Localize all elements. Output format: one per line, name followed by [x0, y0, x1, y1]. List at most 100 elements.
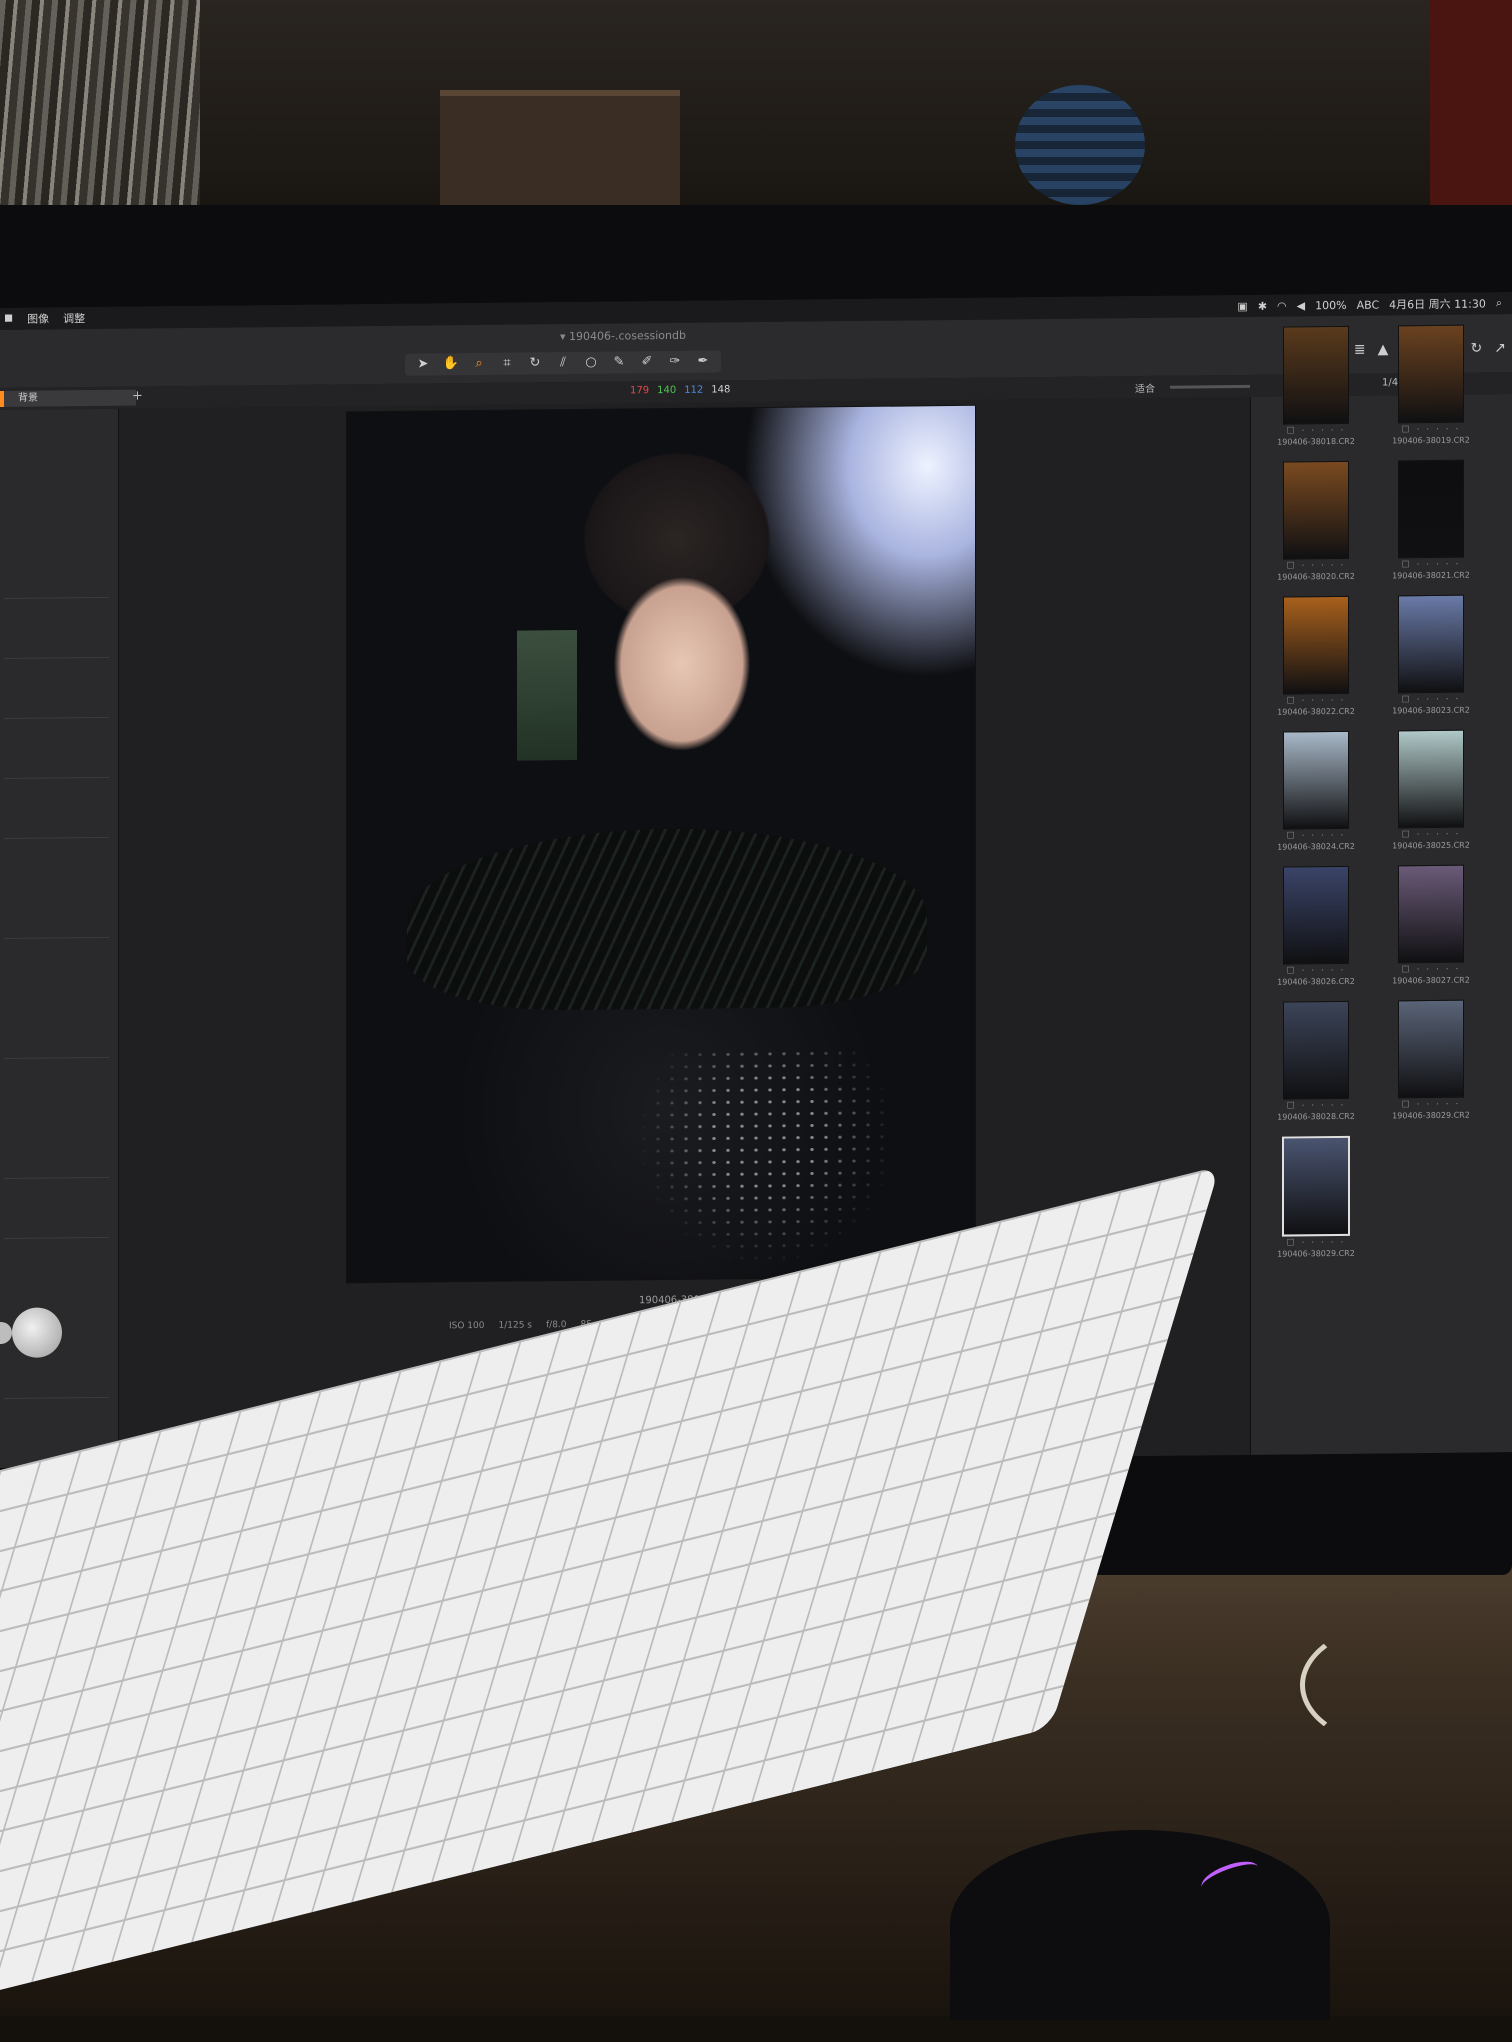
- thumbnail-image[interactable]: [1398, 594, 1464, 694]
- thumbnail-image[interactable]: [1398, 864, 1464, 964]
- exif-shutter: 1/125 s: [498, 1320, 533, 1331]
- window-title: ▾ 190406-.cosessiondb: [560, 328, 686, 344]
- thumbnail-filename: 190406-38023.CR2: [1392, 705, 1470, 716]
- crop-icon[interactable]: ⌗: [497, 356, 517, 372]
- blue-value: 112: [684, 384, 704, 396]
- thumbnail-image[interactable]: [1283, 865, 1349, 965]
- background-window: [517, 629, 577, 761]
- battery-status[interactable]: 100%: [1315, 298, 1346, 311]
- zoom-label: 适合: [1135, 383, 1155, 396]
- thumbnail[interactable]: ☐ · · · · · 190406-38019.CR2: [1386, 324, 1476, 446]
- rating-stars[interactable]: ☐ · · · · ·: [1386, 830, 1476, 841]
- panel-row[interactable]: [4, 708, 109, 719]
- thumbnail-filename: 190406-38029.CR2: [1277, 1248, 1355, 1259]
- thumbnail[interactable]: ☐ · · · · · 190406-38027.CR2: [1386, 864, 1476, 986]
- thumbnail-image[interactable]: [1398, 999, 1464, 1099]
- thumbnail[interactable]: ☐ · · · · · 190406-38018.CR2: [1271, 325, 1361, 447]
- panel-row[interactable]: [4, 1228, 109, 1239]
- green-value: 140: [657, 384, 677, 397]
- blue-globe: [1015, 85, 1145, 205]
- panel-row[interactable]: [4, 648, 109, 659]
- rating-stars[interactable]: ☐ · · · · ·: [1271, 1101, 1361, 1112]
- thumbnail-image[interactable]: [1283, 325, 1349, 425]
- cursor-icon[interactable]: ↗: [1494, 340, 1506, 356]
- main-photo[interactable]: [347, 405, 975, 1283]
- panel-row[interactable]: [4, 588, 109, 599]
- keystone-icon[interactable]: ⫽: [553, 355, 573, 371]
- thumbnail-image[interactable]: [1282, 1135, 1350, 1237]
- hand-icon[interactable]: ✋: [441, 356, 461, 372]
- zoom-slider[interactable]: [1170, 384, 1250, 389]
- thumbnail-image[interactable]: [1398, 324, 1464, 424]
- thumbnail-filename: 190406-38020.CR2: [1277, 571, 1355, 582]
- window-title-text: 190406-.cosessiondb: [569, 328, 686, 344]
- thumbnail-image[interactable]: [1283, 460, 1349, 560]
- thumbnail-filename: 190406-38028.CR2: [1277, 1111, 1355, 1122]
- rotate-icon[interactable]: ↻: [525, 355, 545, 371]
- thumbnail[interactable]: ☐ · · · · · 190406-38028.CR2: [1271, 1000, 1361, 1122]
- gradient-icon[interactable]: ✑: [665, 354, 685, 370]
- rating-stars[interactable]: ☐ · · · · ·: [1386, 1100, 1476, 1111]
- tool-panel: [0, 408, 119, 1468]
- rating-stars[interactable]: ☐ · · · · ·: [1271, 831, 1361, 842]
- thumbnail[interactable]: ☐ · · · · · 190406-38025.CR2: [1386, 729, 1476, 851]
- thumbnail[interactable]: ☐ · · · · · 190406-38029.CR2: [1386, 999, 1476, 1121]
- clock[interactable]: 4月6日 周六 11:30: [1389, 295, 1486, 312]
- apple-menu-icon[interactable]: ◼: [4, 311, 13, 327]
- menu-item-image[interactable]: 图像: [27, 310, 49, 326]
- thumbnail-image[interactable]: [1398, 459, 1464, 559]
- thumbnail-image[interactable]: [1283, 730, 1349, 830]
- volume-icon[interactable]: ◀: [1297, 299, 1305, 312]
- spotlight-icon[interactable]: ⌕: [1496, 296, 1502, 310]
- feather-collar: [407, 826, 927, 1012]
- rating-stars[interactable]: ☐ · · · · ·: [1271, 426, 1361, 437]
- wifi-icon[interactable]: ◠: [1277, 299, 1287, 312]
- panel-row[interactable]: [4, 828, 109, 839]
- thumbnail[interactable]: ☐ · · · · · 190406-38020.CR2: [1271, 460, 1361, 582]
- loupe-icon[interactable]: ⌕: [469, 356, 489, 372]
- thumbnail[interactable]: ☐ · · · · · 190406-38029.CR2: [1271, 1135, 1361, 1259]
- thumbnail[interactable]: ☐ · · · · · 190406-38022.CR2: [1271, 595, 1361, 717]
- thumbnail-image[interactable]: [1283, 1000, 1349, 1100]
- panel-row[interactable]: [4, 768, 109, 779]
- rating-stars[interactable]: ☐ · · · · ·: [1386, 425, 1476, 436]
- thumbnail-filename: 190406-38026.CR2: [1277, 976, 1355, 987]
- add-layer-icon[interactable]: +: [132, 389, 143, 404]
- panel-row[interactable]: [4, 1168, 109, 1179]
- menu-item-adjust[interactable]: 调整: [63, 310, 85, 326]
- rating-stars[interactable]: ☐ · · · · ·: [1386, 560, 1476, 571]
- picker-icon[interactable]: ✒: [693, 354, 713, 370]
- red-value: 179: [630, 385, 650, 397]
- thumbnail-filename: 190406-38027.CR2: [1392, 975, 1470, 986]
- panel-row[interactable]: [4, 1048, 109, 1059]
- eraser-icon[interactable]: ✐: [637, 354, 657, 370]
- color-wheel-small[interactable]: [0, 1321, 12, 1345]
- thumbnail[interactable]: ☐ · · · · · 190406-38024.CR2: [1271, 730, 1361, 852]
- rating-stars[interactable]: ☐ · · · · ·: [1271, 1238, 1361, 1249]
- color-wheel[interactable]: [12, 1307, 62, 1358]
- red-box: [1430, 0, 1512, 210]
- panel-row[interactable]: [4, 928, 109, 939]
- layer-select[interactable]: 背景: [0, 389, 136, 407]
- rating-stars[interactable]: ☐ · · · · ·: [1386, 965, 1476, 976]
- mouse: [950, 1830, 1330, 2020]
- thumbnail-image[interactable]: [1398, 729, 1464, 829]
- panel-row[interactable]: [4, 1388, 109, 1399]
- thumbnail-filename: 190406-38018.CR2: [1277, 436, 1355, 447]
- thumbnail[interactable]: ☐ · · · · · 190406-38026.CR2: [1271, 865, 1361, 987]
- thumbnail[interactable]: ☐ · · · · · 190406-38023.CR2: [1386, 594, 1476, 716]
- rating-stars[interactable]: ☐ · · · · ·: [1271, 561, 1361, 572]
- bluetooth-icon[interactable]: ✱: [1258, 299, 1267, 312]
- thumbnail-image[interactable]: [1283, 595, 1349, 695]
- rating-stars[interactable]: ☐ · · · · ·: [1386, 695, 1476, 706]
- brush-icon[interactable]: ✎: [609, 354, 629, 370]
- exif-iso: ISO 100: [449, 1320, 485, 1332]
- thumbnail-filename: 190406-38022.CR2: [1277, 706, 1355, 717]
- pointer-icon[interactable]: ➤: [413, 356, 433, 372]
- spot-icon[interactable]: ○: [581, 355, 601, 371]
- thumbnail[interactable]: ☐ · · · · · 190406-38021.CR2: [1386, 459, 1476, 581]
- display-icon[interactable]: ▣: [1237, 299, 1247, 312]
- rating-stars[interactable]: ☐ · · · · ·: [1271, 696, 1361, 707]
- input-method[interactable]: ABC: [1357, 298, 1380, 311]
- rating-stars[interactable]: ☐ · · · · ·: [1271, 966, 1361, 977]
